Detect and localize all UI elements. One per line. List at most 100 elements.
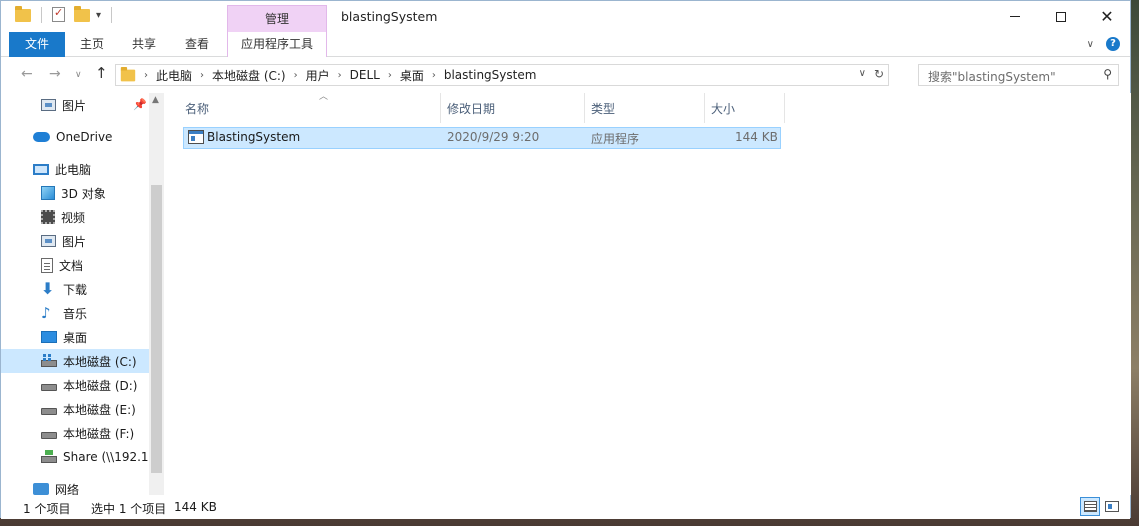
breadcrumb-separator-icon[interactable]: › [144,70,148,81]
desktop-icon [41,331,57,343]
nav-item-drive-f[interactable]: 本地磁盘 (F:) [1,421,149,445]
file-modified: 2020/9/29 9:20 [447,130,540,144]
file-size: 144 KB [735,130,778,144]
status-item-count: 1 个项目 [23,502,71,516]
nav-item-downloads[interactable]: ⬇ 下载 [1,277,149,301]
minimize-button[interactable] [992,1,1038,32]
drive-icon [41,384,57,391]
nav-item-drive-e[interactable]: 本地磁盘 (E:) [1,397,149,421]
scrollbar-thumb[interactable] [151,185,162,473]
nav-item-label: Share (\\192.16 [63,450,149,464]
nav-item-3d-objects[interactable]: 3D 对象 [1,181,149,205]
nav-item-label: 桌面 [63,330,88,345]
nav-item-drive-d[interactable]: 本地磁盘 (D:) [1,373,149,397]
nav-item-label: 下载 [63,282,88,297]
tab-share[interactable]: 共享 [125,32,163,57]
download-icon: ⬇ [41,279,55,298]
nav-item-label: 此电脑 [55,162,92,177]
video-icon [41,210,55,224]
forward-arrow-icon[interactable]: → [49,66,61,82]
nav-item-documents[interactable]: 文档 [1,253,149,277]
qat-separator [41,7,42,23]
column-header-size[interactable]: 大小 [705,93,785,123]
nav-item-label: 本地磁盘 (D:) [63,378,138,393]
search-icon[interactable]: ⚲ [1103,67,1112,81]
address-bar[interactable]: › 此电脑 › 本地磁盘 (C:) › 用户 › DELL › 桌面 › bla… [115,64,889,86]
nav-item-label: 网络 [55,482,80,496]
column-header-label: 名称 [185,101,210,116]
large-icons-view-icon [1105,501,1119,512]
details-view-button[interactable] [1080,497,1100,516]
refresh-icon[interactable]: ↻ [874,67,884,81]
sort-ascending-icon: ︿ [319,92,329,102]
pin-icon[interactable]: 📌 [133,98,147,111]
column-header-modified[interactable]: 修改日期 [441,93,585,123]
network-icon [33,483,49,495]
nav-item-pictures-quick[interactable]: 图片 [1,93,149,117]
nav-item-music[interactable]: ♪ 音乐 [1,301,149,325]
nav-item-this-pc[interactable]: 此电脑 [1,157,149,181]
manage-contextual-tab[interactable]: 管理 [227,5,327,33]
breadcrumb-separator-icon[interactable]: › [294,70,298,81]
breadcrumb-separator-icon[interactable]: › [338,70,342,81]
scroll-up-icon[interactable]: ▲ [152,95,159,105]
nav-item-label: 3D 对象 [61,186,106,201]
nav-item-label: OneDrive [56,130,113,144]
minimize-icon [1010,16,1020,17]
nav-pane-scrollbar[interactable]: ▲ [149,93,164,495]
recent-locations-chevron-icon[interactable]: ∨ [75,70,82,80]
column-header-type[interactable]: 类型 [585,93,705,123]
window-title: blastingSystem [341,9,438,24]
nav-item-onedrive[interactable]: OneDrive [1,125,149,149]
address-history-dropdown-icon[interactable]: ∨ [859,68,866,79]
folder-icon [120,66,136,81]
nav-item-label: 本地磁盘 (C:) [63,354,137,369]
title-bar: ▾ 管理 blastingSystem ✕ [1,1,1130,33]
column-header-label: 大小 [711,101,736,116]
large-icons-view-button[interactable] [1102,497,1122,516]
file-list-pane: 名称 ︿ 修改日期 类型 大小 BlastingSystem 2020/9/29… [164,92,1131,495]
nav-item-label: 本地磁盘 (E:) [63,402,136,417]
tab-file[interactable]: 文件 [9,32,65,57]
tab-application-tools[interactable]: 应用程序工具 [227,32,327,57]
breadcrumb-separator-icon[interactable]: › [200,70,204,81]
back-arrow-icon[interactable]: ← [21,66,33,82]
close-button[interactable]: ✕ [1084,1,1130,32]
status-selected-count: 选中 1 个项目 [91,502,167,516]
breadcrumb-item[interactable]: 桌面 [400,67,424,84]
nav-item-label: 本地磁盘 (F:) [63,426,135,441]
nav-item-videos[interactable]: 视频 [1,205,149,229]
breadcrumb-item[interactable]: 此电脑 [156,67,192,84]
new-folder-icon[interactable] [74,6,90,23]
nav-item-share[interactable]: Share (\\192.16 [1,445,149,469]
nav-item-network[interactable]: 网络 [1,477,149,495]
breadcrumb-item[interactable]: 用户 [306,67,330,84]
navigation-pane: 图片 📌 OneDrive 此电脑 3D 对象 视频 图片 文档 ⬇ 下载 ♪ … [1,93,164,495]
application-icon [188,130,204,144]
expand-ribbon-icon[interactable]: ∨ [1087,39,1094,50]
column-header-name[interactable]: 名称 ︿ [179,92,441,123]
maximize-button[interactable] [1038,1,1084,32]
search-input[interactable]: 搜索"blastingSystem" ⚲ [918,64,1119,86]
breadcrumb-item[interactable]: 本地磁盘 (C:) [212,67,286,84]
nav-item-label: 图片 [62,98,87,113]
breadcrumb-separator-icon[interactable]: › [432,70,436,81]
breadcrumb-item[interactable]: DELL [350,68,380,82]
drive-c-icon [41,354,57,367]
nav-item-pictures[interactable]: 图片 [1,229,149,253]
up-arrow-icon[interactable]: ↑ [95,64,108,82]
properties-icon[interactable] [52,6,68,23]
drive-icon [41,408,57,415]
maximize-icon [1056,11,1066,22]
music-icon: ♪ [41,304,51,322]
nav-item-desktop[interactable]: 桌面 [1,325,149,349]
breadcrumb-separator-icon[interactable]: › [388,70,392,81]
tab-home[interactable]: 主页 [73,32,111,57]
tab-view[interactable]: 查看 [178,32,216,57]
help-icon[interactable]: ? [1106,37,1120,51]
nav-item-drive-c[interactable]: 本地磁盘 (C:) [1,349,149,373]
customize-qat-dropdown-icon[interactable]: ▾ [96,10,101,21]
breadcrumb-item[interactable]: blastingSystem [444,68,537,82]
ribbon-right-controls: ∨ ? [1087,37,1120,51]
file-name[interactable]: BlastingSystem [207,130,300,144]
